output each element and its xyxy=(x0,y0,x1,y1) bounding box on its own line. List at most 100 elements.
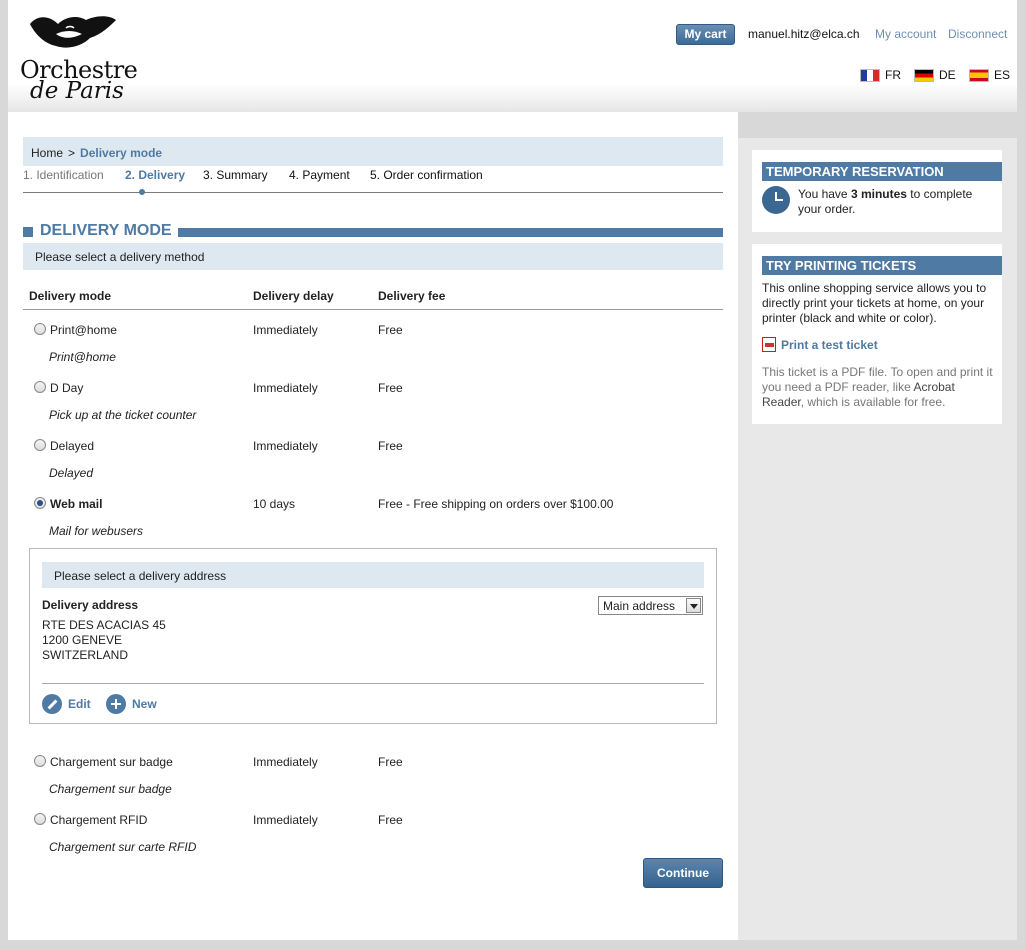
language-code: FR xyxy=(885,68,901,82)
delivery-option-web-mail[interactable]: Web mail 10 days Free - Free shipping on… xyxy=(23,494,723,552)
pdf-icon xyxy=(762,337,776,352)
delivery-mode-name: D Day xyxy=(50,381,84,395)
flag-de-icon xyxy=(914,68,934,82)
edit-address-button[interactable]: Edit xyxy=(42,694,91,714)
continue-button[interactable]: Continue xyxy=(643,858,723,888)
delivery-option-d-day[interactable]: D Day Immediately Free Pick up at the ti… xyxy=(23,378,723,436)
section-title-bar xyxy=(173,228,723,237)
breadcrumb: Home > Delivery mode xyxy=(23,137,723,166)
breadcrumb-separator: > xyxy=(68,146,76,160)
delivery-description: Print@home xyxy=(49,350,116,364)
delivery-mode-name: Chargement sur badge xyxy=(50,755,173,769)
delivery-address-lines: RTE DES ACACIAS 45 1200 GENEVE SWITZERLA… xyxy=(42,618,166,663)
delivery-description: Mail for webusers xyxy=(49,524,144,538)
temporary-reservation-panel: TEMPORARY RESERVATION You have 3 minutes… xyxy=(752,150,1002,232)
address-line: 1200 GENEVE xyxy=(42,633,123,647)
bird-logo-icon xyxy=(30,16,116,48)
pdf-info: This ticket is a PDF file. To open and p… xyxy=(762,365,998,410)
delivery-description: Pick up at the ticket counter xyxy=(49,408,197,422)
panel-title: TEMPORARY RESERVATION xyxy=(762,162,1002,181)
delivery-delay: Immediately xyxy=(253,439,318,453)
logo-line-2: de Paris xyxy=(30,78,124,104)
delivery-address-box: Please select a delivery address Deliver… xyxy=(29,548,717,724)
step-identification[interactable]: 1. Identification xyxy=(23,168,104,182)
column-delivery-mode: Delivery mode xyxy=(29,289,112,303)
delivery-radio-selected[interactable] xyxy=(34,497,46,509)
delivery-description: Chargement sur carte RFID xyxy=(49,840,197,854)
my-account-link[interactable]: My account xyxy=(875,27,936,41)
delivery-address-label: Delivery address xyxy=(42,598,139,612)
delivery-radio[interactable] xyxy=(34,381,46,393)
delivery-radio[interactable] xyxy=(34,439,46,451)
delivery-fee: Free xyxy=(378,381,403,395)
main-content: Home > Delivery mode 1. Identification 2. … xyxy=(8,112,738,940)
delivery-delay: 10 days xyxy=(253,497,296,511)
address-select-value: Main address xyxy=(603,599,676,613)
header: Orchestre de Paris My cart manuel.hitz@e… xyxy=(8,0,1017,112)
language-de[interactable]: DE xyxy=(914,68,956,82)
delivery-delay: Immediately xyxy=(253,323,318,337)
user-email: manuel.hitz@elca.ch xyxy=(748,27,860,41)
new-label: New xyxy=(132,697,157,711)
address-line: SWITZERLAND xyxy=(42,648,129,662)
delivery-option-delayed[interactable]: Delayed Immediately Free Delayed xyxy=(23,436,723,494)
column-delivery-fee: Delivery fee xyxy=(378,289,446,303)
delivery-delay: Immediately xyxy=(253,381,318,395)
delivery-description: Delayed xyxy=(49,466,94,480)
step-payment: 4. Payment xyxy=(289,168,350,182)
language-es[interactable]: ES xyxy=(969,68,1010,82)
section-title-text: DELIVERY MODE xyxy=(40,222,178,240)
language-code: DE xyxy=(939,68,956,82)
delivery-mode-name: Delayed xyxy=(50,439,95,453)
new-address-button[interactable]: New xyxy=(106,694,157,714)
delivery-table-header: Delivery mode Delivery delay Delivery fe… xyxy=(23,282,723,310)
step-summary: 3. Summary xyxy=(203,168,268,182)
language-fr[interactable]: FR xyxy=(860,68,901,82)
pdf-text-post: , which is available for free. xyxy=(800,395,946,409)
current-step-marker xyxy=(139,189,145,195)
delivery-radio[interactable] xyxy=(34,813,46,825)
delivery-fee: Free xyxy=(378,813,403,827)
my-cart-button[interactable]: My cart xyxy=(676,24,735,45)
delivery-description: Chargement sur badge xyxy=(49,782,172,796)
address-select[interactable]: Main address xyxy=(598,596,703,615)
delivery-mode-name: Web mail xyxy=(50,497,103,511)
delivery-radio[interactable] xyxy=(34,755,46,767)
panel-title: TRY PRINTING TICKETS xyxy=(762,256,1002,275)
plus-icon xyxy=(106,694,126,714)
delivery-option-chargement-badge[interactable]: Chargement sur badge Immediately Free Ch… xyxy=(23,752,723,810)
delivery-radio[interactable] xyxy=(34,323,46,335)
section-title: DELIVERY MODE xyxy=(23,222,723,240)
orchestre-de-paris-logo[interactable]: Orchestre de Paris xyxy=(20,12,138,104)
breadcrumb-current: Delivery mode xyxy=(80,146,163,160)
delivery-fee: Free xyxy=(378,439,403,453)
sidebar: TEMPORARY RESERVATION You have 3 minutes… xyxy=(738,138,1017,940)
pencil-icon xyxy=(42,694,62,714)
flag-fr-icon xyxy=(860,68,880,82)
pdf-text-pre: This ticket is a PDF file. To open and p… xyxy=(762,365,993,394)
column-delivery-delay: Delivery delay xyxy=(253,289,334,303)
delivery-fee: Free xyxy=(378,755,403,769)
flag-es-icon xyxy=(969,68,989,82)
reservation-text-pre: You have xyxy=(798,187,851,201)
delivery-delay: Immediately xyxy=(253,813,318,827)
edit-label: Edit xyxy=(68,697,91,711)
checkout-steps: 1. Identification 2. Delivery 3. Summary… xyxy=(23,167,723,193)
step-order-confirmation: 5. Order confirmation xyxy=(370,168,483,182)
step-delivery: 2. Delivery xyxy=(125,168,186,182)
address-select-notice: Please select a delivery address xyxy=(42,562,704,588)
section-square-icon xyxy=(23,227,33,237)
delivery-delay: Immediately xyxy=(253,755,318,769)
language-code: ES xyxy=(994,68,1011,82)
delivery-mode-name: Print@home xyxy=(50,323,117,337)
delivery-option-print-at-home[interactable]: Print@home Immediately Free Print@home xyxy=(23,320,723,378)
delivery-fee: Free xyxy=(378,323,403,337)
print-test-ticket-link[interactable]: Print a test ticket xyxy=(762,337,878,352)
print-description: This online shopping service allows you … xyxy=(762,281,987,325)
divider xyxy=(42,683,704,684)
delivery-option-chargement-rfid[interactable]: Chargement RFID Immediately Free Chargem… xyxy=(23,810,723,868)
dropdown-arrow-icon[interactable] xyxy=(686,598,701,613)
breadcrumb-home[interactable]: Home xyxy=(31,146,63,160)
disconnect-link[interactable]: Disconnect xyxy=(948,27,1007,41)
delivery-fee: Free - Free shipping on orders over $100… xyxy=(378,497,614,511)
